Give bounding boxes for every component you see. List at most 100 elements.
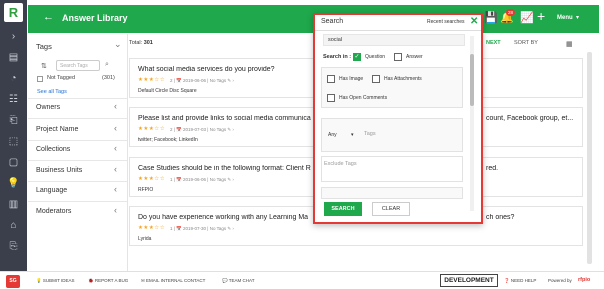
environment-badge: DEVELOPMENT	[440, 274, 498, 287]
notification-count-badge: 28	[506, 9, 516, 16]
has-attachments-checkbox[interactable]	[372, 75, 380, 83]
chevron-left-icon[interactable]: ‹	[114, 205, 117, 215]
answer-checkbox[interactable]	[394, 53, 402, 61]
has-image-label: Has Image	[339, 76, 364, 82]
submit-ideas-link[interactable]: 💡 SUBMIT IDEAS	[36, 278, 75, 284]
search-popup: Search Recent searches ✕ social Search i…	[313, 13, 483, 224]
not-tagged-checkbox[interactable]	[37, 76, 43, 82]
rfpio-logo: rfpio	[578, 277, 591, 283]
recent-searches-link[interactable]: Recent searches	[427, 19, 465, 25]
chevron-left-icon[interactable]: ‹	[114, 101, 117, 111]
chevron-down-icon[interactable]: ▾	[351, 132, 354, 138]
filter-project-name[interactable]: Project Name	[36, 126, 78, 133]
card-tags: twitter; Facebook; LinkedIn	[138, 137, 198, 143]
powered-by-label: Powered by	[548, 278, 572, 283]
filter-moderators[interactable]: Moderators	[36, 208, 71, 215]
attribute-filters-box	[321, 67, 463, 108]
next-button[interactable]: NEXT	[486, 40, 501, 46]
report-bug-link[interactable]: 🐞 REPORT A BUG	[88, 278, 128, 284]
card-tags: Default Circle Disc Square	[138, 88, 197, 94]
not-tagged-label: Not Tagged	[47, 75, 76, 81]
question-text-tail: count, Facebook group, et...	[486, 115, 574, 122]
tag-search-input[interactable]: Search Tags	[56, 60, 100, 71]
chart-icon[interactable]: 📈	[520, 12, 534, 25]
windows-icon[interactable]: ▢	[6, 156, 21, 169]
answer-checkbox-label: Answer	[406, 54, 423, 60]
search-button[interactable]: SEARCH	[324, 202, 362, 216]
tags-filter-box	[321, 118, 463, 152]
question-checkbox-label: Question	[365, 54, 386, 60]
chevron-left-icon[interactable]: ‹	[114, 184, 117, 194]
save-icon[interactable]: 💾	[484, 12, 498, 25]
search-query-input[interactable]: social	[323, 34, 465, 46]
user-avatar[interactable]: SG	[6, 275, 20, 288]
clear-button[interactable]: CLEAR	[372, 202, 410, 216]
has-attachments-label: Has Attachments	[384, 76, 422, 82]
export-icon[interactable]: ⎗	[6, 114, 21, 127]
expand-icon[interactable]: ›	[6, 30, 21, 43]
chevron-down-icon[interactable]: ⌄	[114, 39, 122, 50]
folder-icon[interactable]: ▥	[6, 198, 21, 211]
exclude-tags-input[interactable]: Exclude Tags	[324, 161, 357, 167]
projects-icon[interactable]: ☷	[6, 93, 21, 106]
popup-scrollbar-thumb[interactable]	[470, 54, 474, 106]
close-icon[interactable]: ✕	[470, 16, 478, 27]
has-image-checkbox[interactable]	[327, 75, 335, 83]
total-count: Total: 301	[129, 40, 153, 46]
card-tags: Lyrida	[138, 236, 152, 242]
team-chat-link[interactable]: 💬 TEAM CHAT	[222, 278, 254, 284]
building-icon[interactable]: ⌂	[6, 219, 21, 232]
question-text-tail: ch ones?	[486, 214, 515, 221]
tags-filter-title: Tags	[36, 42, 52, 51]
menu-caret-icon: ▾	[576, 15, 580, 21]
rating-stars: ★★★☆☆	[138, 176, 166, 182]
library-icon[interactable]: ⎘	[6, 240, 21, 253]
left-nav-sidebar: R › ▤ ◔ ☷ ⎗ ⬚ ▢ 💡 ▥ ⌂ ⎘	[0, 0, 27, 289]
question-text-tail: red.	[486, 165, 499, 172]
sort-icon[interactable]: ⇅	[41, 62, 47, 70]
footer-bar: SG 💡 SUBMIT IDEAS 🐞 REPORT A BUG ✉ EMAIL…	[0, 271, 604, 289]
question-checkbox[interactable]: ✓	[353, 53, 361, 61]
card-meta: 1 | 📅 2019-06-06 | No Tags ✎ ›	[170, 177, 234, 182]
search-in-label: Search in :	[323, 54, 352, 60]
add-icon[interactable]: +	[537, 9, 545, 23]
filter-owners[interactable]: Owners	[36, 104, 60, 111]
has-open-comments-label: Has Open Comments	[339, 95, 388, 101]
sort-by-dropdown[interactable]: SORT BY	[514, 40, 538, 46]
has-open-comments-checkbox[interactable]	[327, 94, 335, 102]
back-arrow-icon[interactable]: ←	[43, 11, 54, 23]
not-tagged-count: (301)	[102, 75, 115, 81]
speedometer-icon[interactable]: ◔	[6, 72, 21, 85]
rating-stars: ★★★☆☆	[138, 225, 166, 231]
more-filters-box	[321, 187, 463, 199]
chevron-left-icon[interactable]: ‹	[114, 143, 117, 153]
chevron-left-icon[interactable]: ‹	[114, 123, 117, 133]
list-scrollbar[interactable]	[587, 52, 592, 264]
card-meta: 2 | 📅 2019-06-06 | No Tags ✎ ›	[170, 78, 234, 83]
grid-view-icon[interactable]: ▦	[566, 40, 573, 48]
filter-business-units[interactable]: Business Units	[36, 167, 82, 174]
filter-collections[interactable]: Collections	[36, 146, 70, 153]
lightbulb-icon[interactable]: 💡	[6, 177, 21, 190]
page-title: Answer Library	[62, 13, 128, 23]
search-popup-title: Search	[321, 18, 344, 25]
filter-language[interactable]: Language	[36, 187, 67, 194]
need-help-link[interactable]: ❓ NEED HELP	[504, 278, 536, 284]
rating-stars: ★★★☆☆	[138, 126, 166, 132]
card-meta: 2 | 📅 2019-07-03 | No Tags ✎ ›	[170, 127, 234, 132]
search-icon[interactable]: ⌕	[105, 61, 109, 69]
tags-match-select[interactable]: Any	[328, 132, 337, 138]
dashboard-icon[interactable]: ▤	[6, 51, 21, 64]
card-meta: 1 | 📅 2019-07-30 | No Tags ✎ ›	[170, 226, 234, 231]
card-tags: RFPIO	[138, 187, 154, 193]
tags-input[interactable]: Tags	[364, 131, 376, 137]
rating-stars: ★★★☆☆	[138, 77, 166, 83]
see-all-tags-link[interactable]: See all Tags	[37, 89, 67, 95]
documents-icon[interactable]: ⬚	[6, 135, 21, 148]
menu-button[interactable]: Menu	[557, 15, 573, 21]
app-logo[interactable]: R	[4, 3, 23, 22]
email-contact-link[interactable]: ✉ EMAIL INTERNAL CONTACT	[141, 278, 205, 284]
chevron-left-icon[interactable]: ‹	[114, 164, 117, 174]
filter-panel: Tags ⌄ ⇅ Search Tags ⌕ Not Tagged (301) …	[28, 34, 128, 274]
exclude-tags-box	[321, 156, 463, 182]
